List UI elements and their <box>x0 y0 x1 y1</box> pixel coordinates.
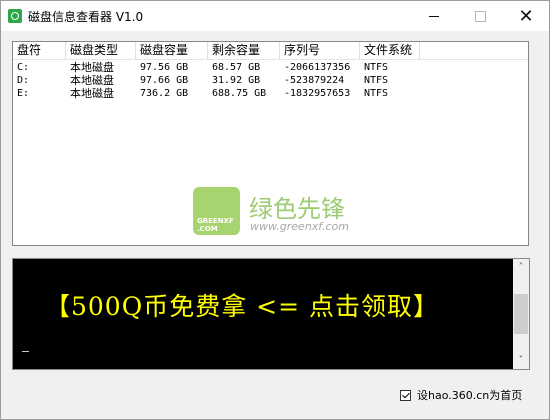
scroll-down-button[interactable]: ˅ <box>513 352 529 369</box>
window-title: 磁盘信息查看器 V1.0 <box>28 10 144 24</box>
cell-filesystem: NTFS <box>364 62 389 73</box>
cell-drive: C: <box>17 62 30 73</box>
maximize-icon <box>474 10 486 22</box>
cell-capacity: 97.56 GB <box>140 62 189 73</box>
cell-serial: -1832957653 <box>284 88 351 99</box>
cell-serial: -523879224 <box>284 75 345 86</box>
column-header-type[interactable]: 磁盘类型 <box>66 42 136 59</box>
app-icon <box>8 9 22 23</box>
scroll-thumb[interactable] <box>514 294 528 334</box>
column-header-filesystem[interactable]: 文件系统 <box>360 42 420 59</box>
greenxf-logo-icon: GREENXF .COM <box>193 187 240 235</box>
cell-free: 688.75 GB <box>212 88 267 99</box>
cell-type: 本地磁盘 <box>70 87 114 100</box>
table-row[interactable]: D: 本地磁盘 97.66 GB 31.92 GB -523879224 NTF… <box>13 74 528 87</box>
maximize-button[interactable] <box>457 1 503 31</box>
cell-free: 68.57 GB <box>212 62 261 73</box>
cell-serial: -2066137356 <box>284 62 351 73</box>
cell-drive: D: <box>17 75 30 86</box>
ad-link[interactable]: 【500Q币免费拿 <= 点击领取】 <box>45 287 439 323</box>
app-window: 磁盘信息查看器 V1.0 ✕ 盘符 磁盘类型 磁盘容量 剩余容量 序列号 文件系… <box>0 0 550 420</box>
cell-drive: E: <box>17 88 30 99</box>
close-icon: ✕ <box>518 5 534 27</box>
watermark-logo-text: GREENXF .COM <box>197 217 234 233</box>
table-row[interactable]: E: 本地磁盘 736.2 GB 688.75 GB -1832957653 N… <box>13 87 528 100</box>
column-header-capacity[interactable]: 磁盘容量 <box>136 42 208 59</box>
chevron-up-icon: ˄ <box>518 262 524 273</box>
close-button[interactable]: ✕ <box>503 1 549 31</box>
column-header-free[interactable]: 剩余容量 <box>208 42 280 59</box>
cell-capacity: 736.2 GB <box>140 88 189 99</box>
homepage-checkbox[interactable] <box>400 389 411 401</box>
minimize-button[interactable] <box>411 1 457 31</box>
table-row[interactable]: C: 本地磁盘 97.56 GB 68.57 GB -2066137356 NT… <box>13 61 528 74</box>
cell-filesystem: NTFS <box>364 75 389 86</box>
watermark: GREENXF .COM 绿色先锋 www.greenxf.com <box>193 187 393 239</box>
column-header-drive[interactable]: 盘符 <box>13 42 66 59</box>
homepage-option[interactable]: 设hao.360.cn为首页 <box>400 387 522 403</box>
minimize-icon <box>429 15 439 17</box>
cell-capacity: 97.66 GB <box>140 75 189 86</box>
text-cursor <box>22 351 29 352</box>
watermark-url: www.greenxf.com <box>250 220 349 233</box>
ad-panel[interactable]: 【500Q币免费拿 <= 点击领取】 ˄ ˅ <box>12 258 530 370</box>
chevron-down-icon: ˅ <box>518 355 524 366</box>
title-bar[interactable]: 磁盘信息查看器 V1.0 ✕ <box>1 1 549 31</box>
cell-filesystem: NTFS <box>364 88 389 99</box>
cell-free: 31.92 GB <box>212 75 261 86</box>
cell-type: 本地磁盘 <box>70 61 114 74</box>
watermark-brand: 绿色先锋 <box>249 195 345 223</box>
ad-scrollbar[interactable]: ˄ ˅ <box>513 259 529 369</box>
homepage-label[interactable]: 设hao.360.cn为首页 <box>417 387 522 403</box>
disk-list-header: 盘符 磁盘类型 磁盘容量 剩余容量 序列号 文件系统 <box>13 42 528 60</box>
scroll-up-button[interactable]: ˄ <box>513 259 529 276</box>
column-header-serial[interactable]: 序列号 <box>280 42 360 59</box>
cell-type: 本地磁盘 <box>70 74 114 87</box>
